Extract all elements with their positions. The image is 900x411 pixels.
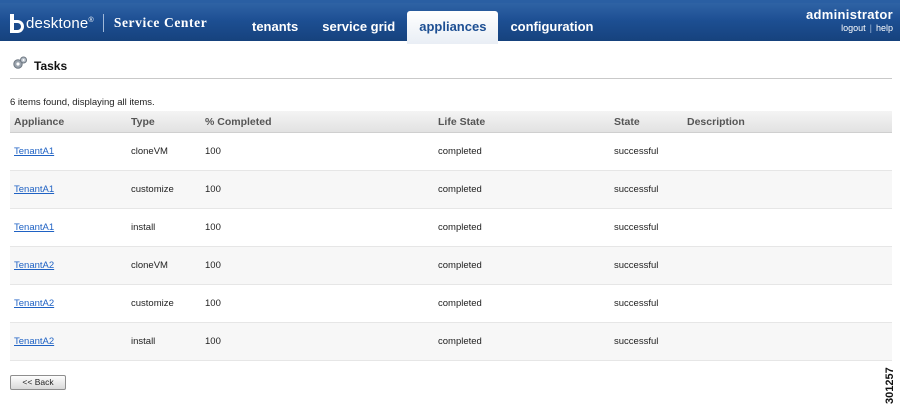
life-state-cell: completed xyxy=(438,298,482,309)
life-state-cell: completed xyxy=(438,336,482,347)
state-cell: successful xyxy=(614,298,659,309)
state-cell: successful xyxy=(614,260,659,271)
page-header: Tasks xyxy=(10,54,892,79)
help-link[interactable]: help xyxy=(876,23,893,33)
brand-name: desktone® xyxy=(26,14,94,32)
column-header-completed[interactable]: % Completed xyxy=(205,116,438,128)
back-button[interactable]: << Back xyxy=(10,375,66,390)
tab-service-grid[interactable]: service grid xyxy=(310,11,407,44)
appliance-link[interactable]: TenantA2 xyxy=(14,298,54,309)
appliance-link[interactable]: TenantA1 xyxy=(14,146,54,157)
tasks-table: Appliance Type % Completed Life State St… xyxy=(10,111,892,361)
main-tabs: tenants service grid appliances configur… xyxy=(240,11,605,44)
life-state-cell: completed xyxy=(438,222,482,233)
appliance-link[interactable]: TenantA1 xyxy=(14,222,54,233)
completed-cell: 100 xyxy=(205,260,221,271)
gear-icon xyxy=(13,56,27,69)
results-summary: 6 items found, displaying all items. xyxy=(10,97,155,108)
page-title: Tasks xyxy=(34,59,68,73)
completed-cell: 100 xyxy=(205,336,221,347)
appliance-link[interactable]: TenantA2 xyxy=(14,260,54,271)
type-cell: cloneVM xyxy=(131,260,168,271)
state-cell: successful xyxy=(614,146,659,157)
top-nav-bar: desktone® Service Center tenants service… xyxy=(0,0,900,44)
table-row: TenantA2 install 100 completed successfu… xyxy=(10,323,892,361)
appliance-link[interactable]: TenantA1 xyxy=(14,184,54,195)
appliance-link[interactable]: TenantA2 xyxy=(14,336,54,347)
table-row: TenantA1 customize 100 completed success… xyxy=(10,171,892,209)
life-state-cell: completed xyxy=(438,184,482,195)
tab-tenants[interactable]: tenants xyxy=(240,11,310,44)
table-row: TenantA1 cloneVM 100 completed successfu… xyxy=(10,133,892,171)
life-state-cell: completed xyxy=(438,146,482,157)
life-state-cell: completed xyxy=(438,260,482,271)
completed-cell: 100 xyxy=(205,298,221,309)
tab-configuration[interactable]: configuration xyxy=(498,11,605,44)
table-row: TenantA2 cloneVM 100 completed successfu… xyxy=(10,247,892,285)
table-header: Appliance Type % Completed Life State St… xyxy=(10,111,892,133)
type-cell: install xyxy=(131,222,156,233)
completed-cell: 100 xyxy=(205,184,221,195)
column-header-type[interactable]: Type xyxy=(131,116,205,128)
product-name: Service Center xyxy=(113,15,208,30)
state-cell: successful xyxy=(614,184,659,195)
logo: desktone® Service Center xyxy=(10,9,207,37)
username: administrator xyxy=(806,7,893,22)
tab-appliances[interactable]: appliances xyxy=(407,11,499,44)
logout-link[interactable]: logout xyxy=(841,23,866,33)
column-header-description[interactable]: Description xyxy=(687,116,892,128)
column-header-life-state[interactable]: Life State xyxy=(438,116,614,128)
type-cell: install xyxy=(131,336,156,347)
user-box: administrator logout | help xyxy=(806,7,893,33)
table-row: TenantA1 install 100 completed successfu… xyxy=(10,209,892,247)
type-cell: customize xyxy=(131,184,174,195)
table-row: TenantA2 customize 100 completed success… xyxy=(10,285,892,323)
state-cell: successful xyxy=(614,222,659,233)
column-header-appliance[interactable]: Appliance xyxy=(10,116,131,128)
logo-divider xyxy=(102,14,104,32)
user-links: logout | help xyxy=(806,23,893,33)
column-header-state[interactable]: State xyxy=(614,116,687,128)
desktone-logo-icon xyxy=(10,13,24,33)
state-cell: successful xyxy=(614,336,659,347)
completed-cell: 100 xyxy=(205,222,221,233)
figure-id: 301257 xyxy=(884,367,896,404)
completed-cell: 100 xyxy=(205,146,221,157)
type-cell: customize xyxy=(131,298,174,309)
type-cell: cloneVM xyxy=(131,146,168,157)
link-separator: | xyxy=(869,23,872,33)
